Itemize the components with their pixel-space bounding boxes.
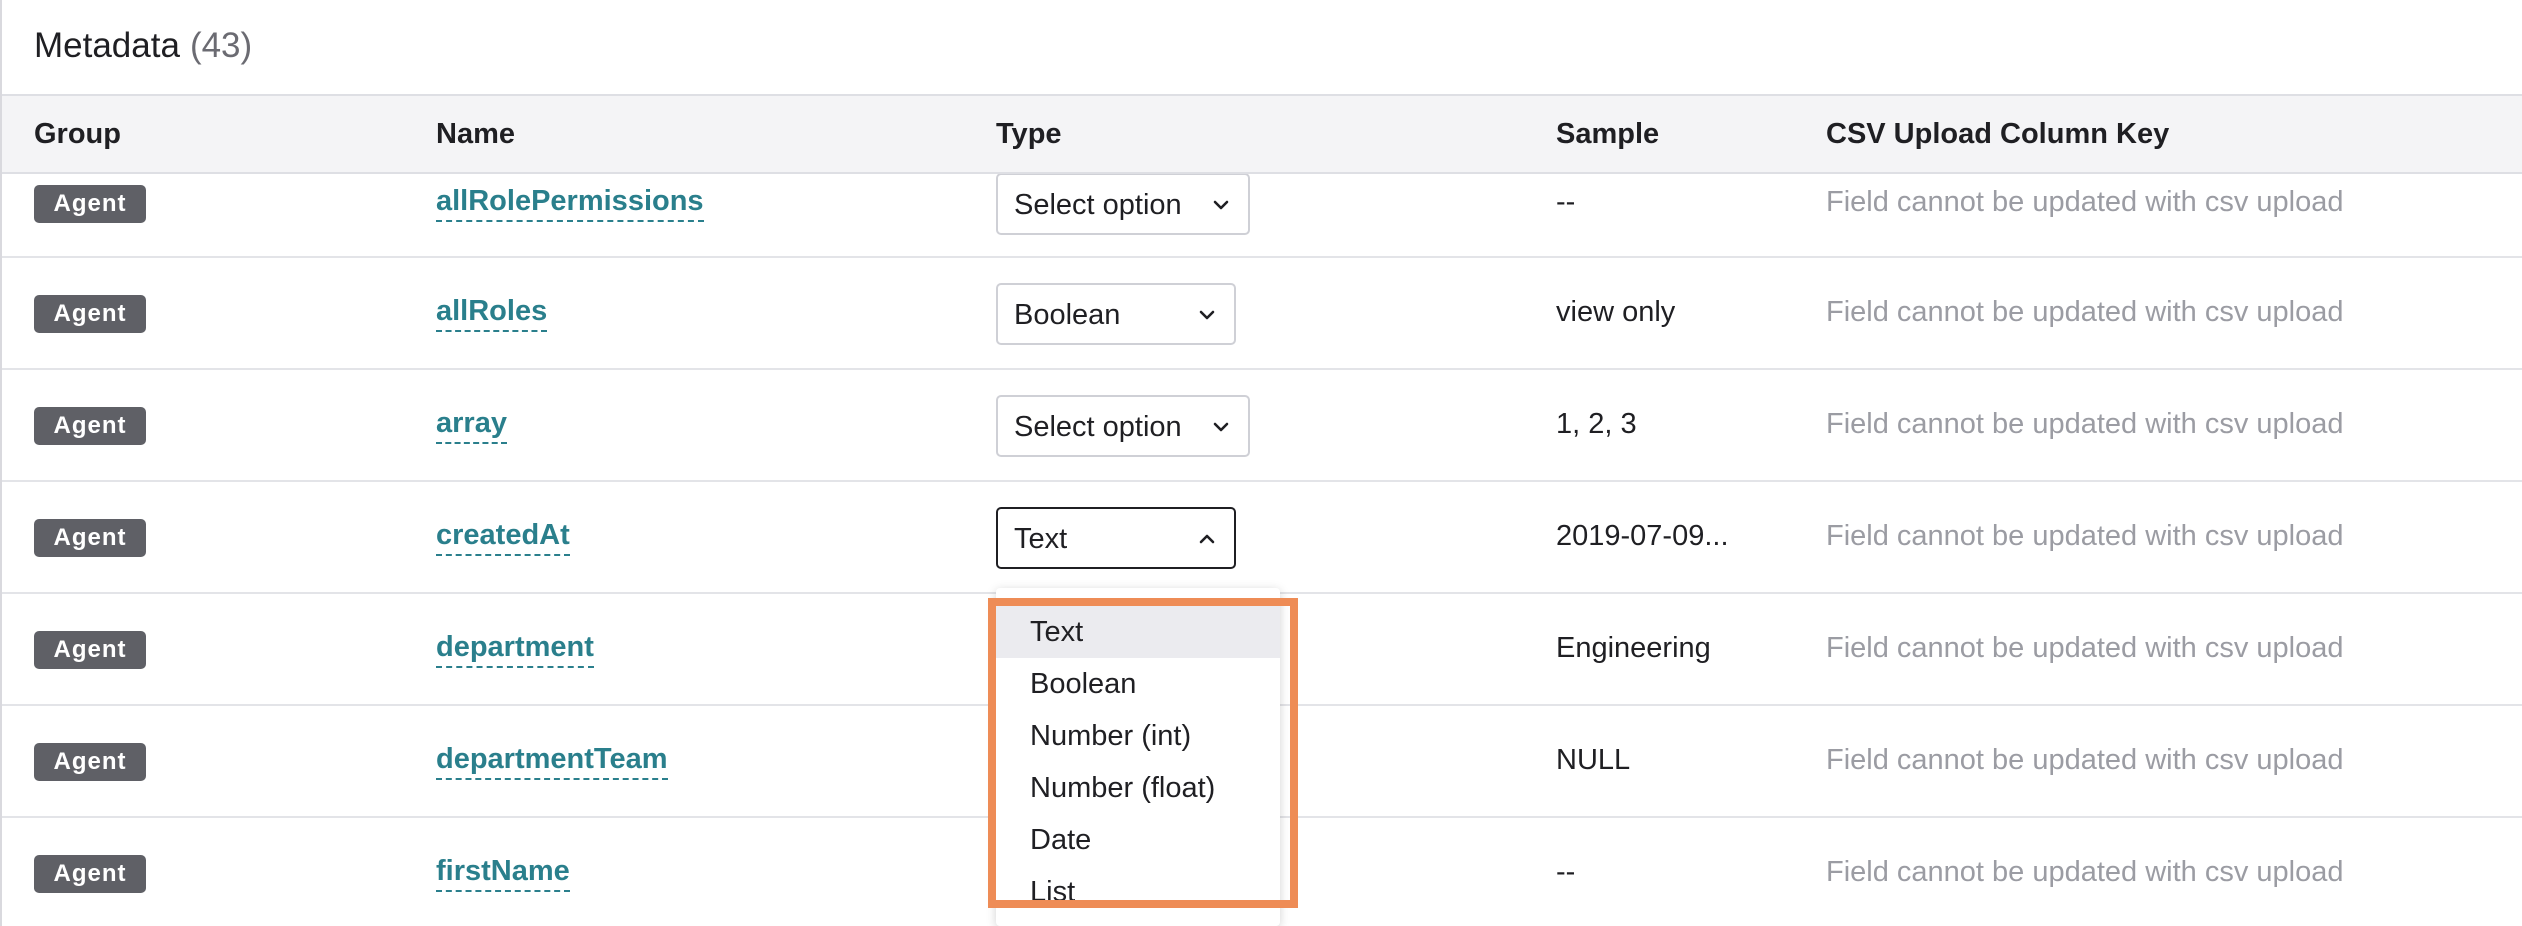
group-badge: Agent [34, 407, 146, 445]
sample-value: -- [1556, 186, 1576, 218]
group-badge: Agent [34, 295, 146, 333]
column-header-sample: Sample [1556, 118, 1660, 150]
page-title-text: Metadata [34, 26, 180, 65]
group-badge: Agent [34, 743, 146, 781]
table-row: Agent allRoles Boolean view only Field c… [2, 258, 2522, 370]
chevron-down-icon [1213, 200, 1229, 210]
field-name-link[interactable]: array [436, 406, 507, 444]
metadata-page: Metadata (43) Agent allRolePermissions Se… [0, 0, 2522, 926]
field-name-link[interactable]: department [436, 630, 594, 668]
type-dropdown-menu: Text Boolean Number (int) Number (float)… [996, 588, 1280, 926]
sample-value: NULL [1556, 744, 1631, 776]
dropdown-option-number-int[interactable]: Number (int) [996, 710, 1280, 762]
csv-column-key: Field cannot be updated with csv upload [1826, 632, 2344, 664]
table-header: Group Name Type Sample CSV Upload Column… [2, 96, 2522, 174]
csv-column-key: Field cannot be updated with csv upload [1826, 520, 2344, 552]
column-header-name: Name [436, 118, 515, 150]
sample-value: 1, 2, 3 [1556, 408, 1637, 440]
field-name-link[interactable]: createdAt [436, 518, 570, 556]
metadata-count: (43) [189, 26, 253, 65]
type-select-open[interactable]: Text [996, 507, 1236, 569]
column-header-csv-key: CSV Upload Column Key [1826, 118, 2170, 150]
group-badge: Agent [34, 631, 146, 669]
group-badge: Agent [34, 185, 146, 223]
csv-column-key: Field cannot be updated with csv upload [1826, 296, 2344, 328]
sample-value: -- [1556, 856, 1576, 888]
dropdown-option-date[interactable]: Date [996, 814, 1280, 866]
csv-column-key: Field cannot be updated with csv upload [1826, 856, 2344, 888]
field-name-link[interactable]: departmentTeam [436, 742, 668, 780]
dropdown-option-list[interactable]: List [996, 866, 1280, 918]
sample-value: 2019-07-09... [1556, 520, 1729, 552]
chevron-up-icon [1199, 534, 1215, 544]
column-header-type: Type [996, 118, 1062, 150]
sample-value: view only [1556, 296, 1676, 328]
group-badge: Agent [34, 519, 146, 557]
dropdown-option-text[interactable]: Text [996, 606, 1280, 658]
dropdown-option-number-float[interactable]: Number (float) [996, 762, 1280, 814]
table-row: Agent createdAt Text 2019-07-09... Field… [2, 482, 2522, 594]
type-select-value: Text [1014, 523, 1068, 555]
dropdown-option-boolean[interactable]: Boolean [996, 658, 1280, 710]
page-title: Metadata (43) [34, 26, 252, 66]
csv-column-key: Field cannot be updated with csv upload [1826, 186, 2344, 218]
chevron-down-icon [1199, 310, 1215, 320]
field-name-link[interactable]: firstName [436, 854, 570, 892]
column-header-group: Group [34, 118, 121, 150]
field-name-link[interactable]: allRolePermissions [436, 184, 704, 222]
type-select-value: Select option [1014, 189, 1182, 221]
group-badge: Agent [34, 855, 146, 893]
title-bar: Metadata (43) [2, 0, 2522, 96]
sample-value: Engineering [1556, 632, 1711, 664]
type-select[interactable]: Select option [996, 173, 1250, 235]
type-select[interactable]: Select option [996, 395, 1250, 457]
type-select-value: Boolean [1014, 299, 1121, 331]
chevron-down-icon [1213, 422, 1229, 432]
csv-column-key: Field cannot be updated with csv upload [1826, 744, 2344, 776]
table-row: Agent array Select option 1, 2, 3 Field … [2, 370, 2522, 482]
csv-column-key: Field cannot be updated with csv upload [1826, 408, 2344, 440]
type-select-value: Select option [1014, 411, 1182, 443]
field-name-link[interactable]: allRoles [436, 294, 548, 332]
type-select[interactable]: Boolean [996, 283, 1236, 345]
